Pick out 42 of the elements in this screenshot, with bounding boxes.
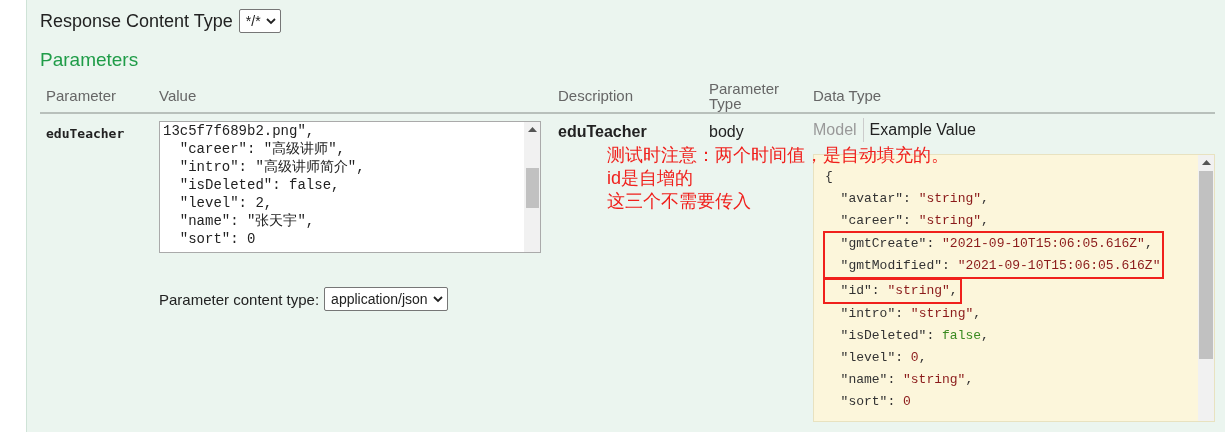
textarea-line: "sort": 0: [178, 230, 257, 248]
code-line: "gmtModified": "2021-09-10T15:06:05.616Z": [839, 257, 1161, 275]
parameter-content-type-select[interactable]: application/json: [324, 287, 448, 311]
textarea-line: "level": 2,: [178, 194, 274, 212]
description-text: eduTeacher: [558, 123, 648, 141]
textarea-line: "isDeleted": false,: [178, 176, 341, 194]
annotation-text: 这三个不需要传入: [607, 190, 751, 213]
code-line: "gmtCreate": "2021-09-10T15:06:05.616Z",: [839, 235, 1154, 253]
scrollbar-thumb[interactable]: [1199, 171, 1213, 359]
code-line: "intro": "string",: [839, 305, 983, 323]
scrollbar-thumb[interactable]: [525, 168, 539, 208]
caret-icon: [265, 17, 276, 25]
code-line: {: [825, 168, 834, 186]
annotation-text: 测试时注意：两个时间值，是自动填充的。: [607, 144, 949, 167]
caret-icon: [432, 295, 443, 303]
code-line: "sort": 0: [839, 393, 912, 411]
code-line: "avatar": "string",: [839, 190, 990, 208]
column-header: Parameter: [46, 88, 118, 103]
code-line: "id": "string",: [839, 282, 958, 300]
parameter-content-type-label: Parameter content type:: [159, 290, 320, 308]
code-line: "name": "string",: [839, 371, 975, 389]
parameters-heading: Parameters: [40, 49, 140, 72]
column-header: Description: [558, 88, 635, 103]
response-content-type-select[interactable]: */*: [238, 9, 281, 33]
response-content-type-label: Response Content Type: [40, 10, 233, 32]
code-line: "career": "string",: [839, 212, 990, 230]
column-header: Data Type: [813, 88, 883, 103]
textarea-line: "career": "高级讲师",: [178, 140, 347, 158]
textarea-line: 13c5f7f689b2.png",: [163, 122, 316, 140]
column-header: Value: [159, 88, 198, 103]
textarea-line: "intro": "高级讲师简介",: [178, 158, 366, 176]
scrollbar[interactable]: [524, 122, 540, 252]
annotation-text: id是自增的: [607, 167, 693, 190]
scrollbar[interactable]: [1198, 155, 1214, 421]
value-textarea[interactable]: 13c5f7f689b2.png", "career": "高级讲师", "intro": "高级讲师简介", "isDeleted": false, "level": 2, "name": "张天宇", "sort": 0: [159, 121, 541, 253]
textarea-line: "name": "张天宇",: [178, 212, 316, 230]
code-line: "level": 0,: [839, 349, 928, 367]
tab[interactable]: Example Value: [862, 118, 982, 142]
code-line: "isDeleted": false,: [839, 327, 990, 345]
parameter-type-text: body: [709, 123, 745, 141]
column-header: Parameter Type: [709, 80, 781, 111]
parameter-name: eduTeacher: [46, 126, 126, 141]
